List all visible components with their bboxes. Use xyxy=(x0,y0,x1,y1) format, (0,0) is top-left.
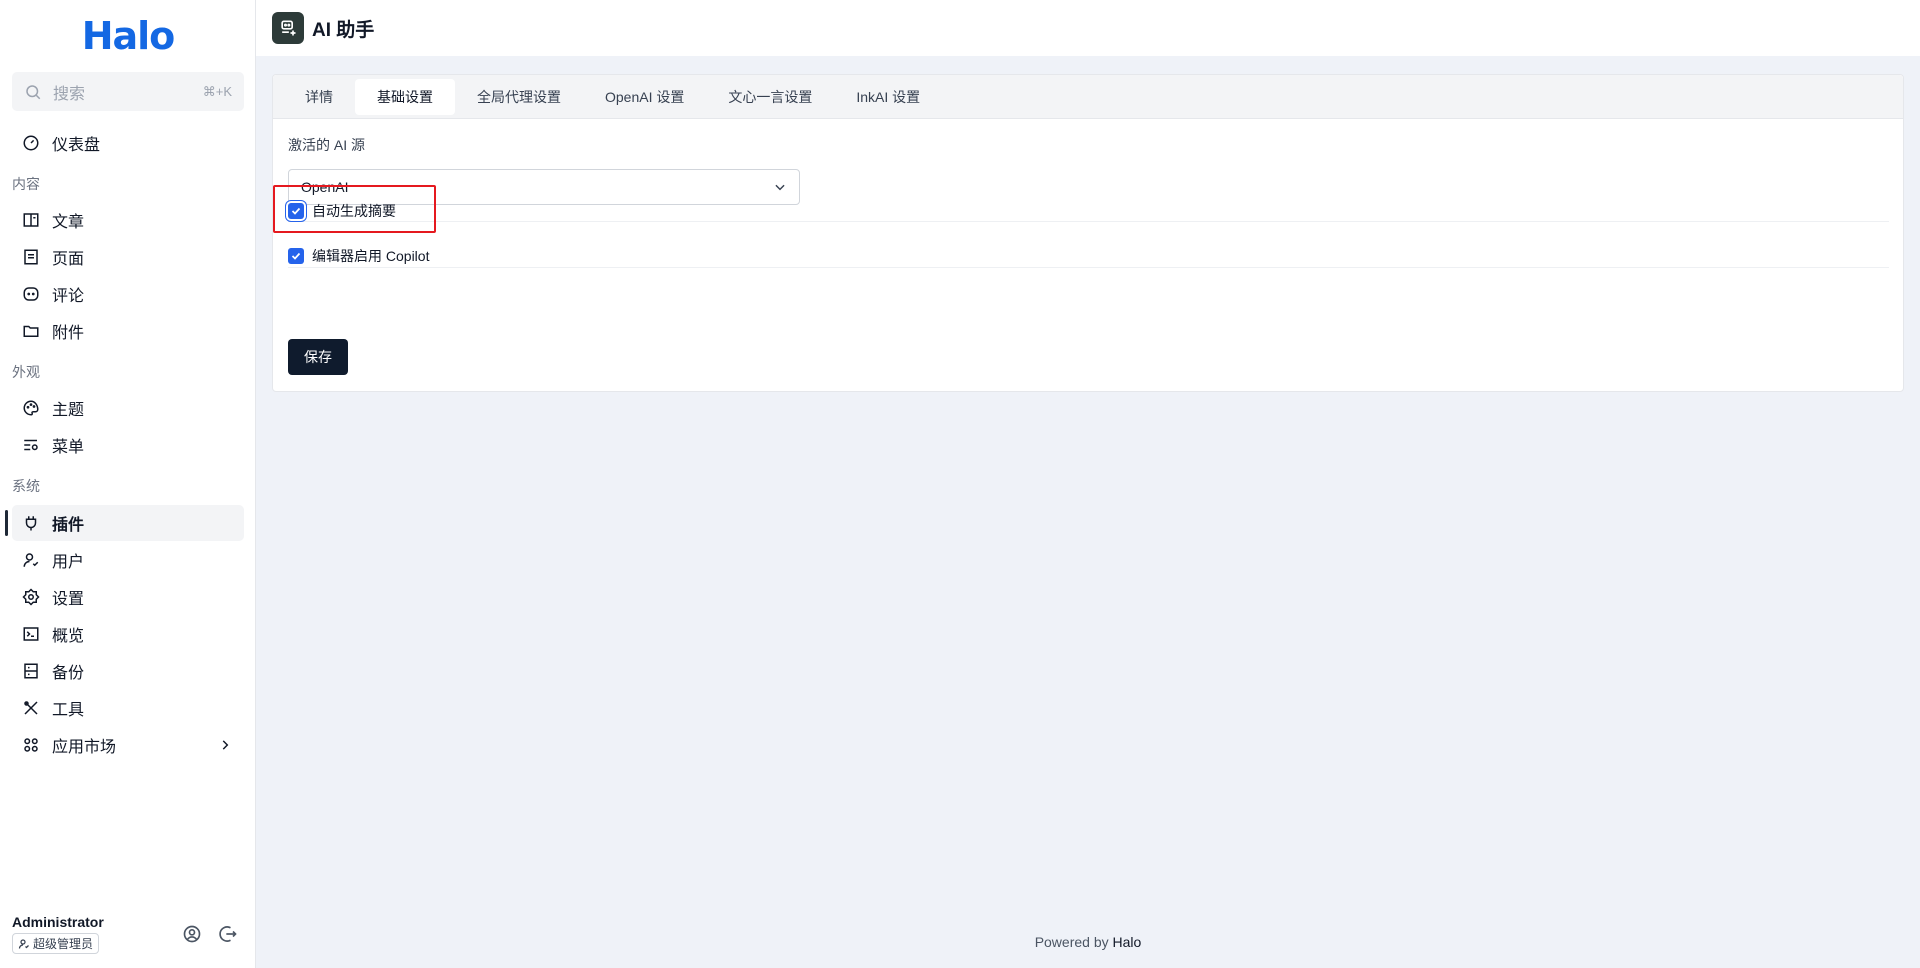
nav-group-system: 系统 xyxy=(12,478,40,494)
settings-tabs: 详情 基础设置 全局代理设置 OpenAI 设置 文心一言设置 InkAI 设置 xyxy=(273,75,1903,119)
sidebar-item-label: 概览 xyxy=(52,628,85,645)
profile-button[interactable] xyxy=(182,924,202,944)
sidebar-item-attachments[interactable]: 附件 xyxy=(12,313,244,349)
folder-icon xyxy=(23,325,39,337)
sidebar-item-label: 菜单 xyxy=(52,439,85,456)
footer-prefix: Powered by xyxy=(1034,934,1113,950)
logout-icon xyxy=(219,926,237,942)
sidebar-item-label: 页面 xyxy=(52,251,85,268)
search-input[interactable]: 搜索 ⌘+K xyxy=(12,72,244,111)
tab-openai[interactable]: OpenAI 设置 xyxy=(583,79,706,115)
nav-group-content: 内容 xyxy=(12,176,40,192)
sidebar-item-label: 用户 xyxy=(52,554,85,571)
sidebar-item-posts[interactable]: 文章 xyxy=(12,202,244,238)
sidebar-item-label: 仪表盘 xyxy=(52,137,101,154)
divider xyxy=(288,221,1889,222)
user-name: Administrator xyxy=(12,914,104,930)
sidebar-item-label: 文章 xyxy=(52,214,85,231)
auto-summary-label: 自动生成摘要 xyxy=(312,203,396,219)
terminal-icon xyxy=(23,627,39,641)
page-icon xyxy=(24,249,38,265)
user-circle-icon xyxy=(183,925,201,943)
footer-brand[interactable]: Halo xyxy=(1113,934,1142,950)
sidebar-item-backup[interactable]: 备份 xyxy=(12,653,244,689)
search-icon xyxy=(26,84,41,99)
menu-settings-icon xyxy=(24,439,38,451)
role-label: 超级管理员 xyxy=(33,937,94,951)
sidebar-item-label: 插件 xyxy=(52,517,85,534)
sidebar-item-label: 工具 xyxy=(52,702,85,719)
user-icon xyxy=(18,938,29,949)
chevron-right-icon xyxy=(222,740,229,750)
copilot-label: 编辑器启用 Copilot xyxy=(312,248,430,264)
ai-assistant-icon xyxy=(272,12,304,44)
ai-source-value: OpenAI xyxy=(301,179,349,195)
sidebar: Halo 搜索 ⌘+K 仪表盘 内容 文章 页面 评论 附件 外观 主题 菜单 … xyxy=(0,0,256,968)
halo-logo[interactable]: Halo xyxy=(0,14,256,58)
role-badge: 超级管理员 xyxy=(12,933,100,954)
sidebar-item-tools[interactable]: 工具 xyxy=(12,690,244,726)
search-placeholder: 搜索 xyxy=(53,85,86,103)
sidebar-item-comments[interactable]: 评论 xyxy=(12,276,244,312)
footer: Powered by Halo xyxy=(256,934,1920,950)
sidebar-item-label: 备份 xyxy=(52,665,85,682)
sidebar-item-label: 设置 xyxy=(52,591,85,608)
sidebar-item-dashboard[interactable]: 仪表盘 xyxy=(12,125,244,161)
tab-inkai[interactable]: InkAI 设置 xyxy=(834,79,942,115)
logout-button[interactable] xyxy=(218,924,238,944)
auto-summary-checkbox[interactable]: 自动生成摘要 xyxy=(288,201,396,221)
checkbox-box[interactable] xyxy=(288,248,304,264)
sidebar-item-plugins[interactable]: 插件 xyxy=(12,505,244,541)
page-title: AI 助手 xyxy=(312,19,375,41)
save-button[interactable]: 保存 xyxy=(288,339,348,375)
sidebar-item-overview[interactable]: 概览 xyxy=(12,616,244,652)
tools-icon xyxy=(24,701,38,715)
sidebar-item-app-market[interactable]: 应用市场 xyxy=(12,727,244,763)
page-header: AI 助手 xyxy=(256,0,1920,56)
checkbox-box[interactable] xyxy=(288,203,304,219)
sidebar-item-users[interactable]: 用户 xyxy=(12,542,244,578)
search-shortcut: ⌘+K xyxy=(202,83,232,99)
ai-source-select[interactable]: OpenAI xyxy=(288,169,800,205)
check-icon xyxy=(291,252,301,260)
sidebar-item-label: 评论 xyxy=(52,288,85,305)
sidebar-item-themes[interactable]: 主题 xyxy=(12,390,244,426)
tab-basic-settings[interactable]: 基础设置 xyxy=(355,78,455,115)
sidebar-item-settings[interactable]: 设置 xyxy=(12,579,244,615)
comment-icon xyxy=(23,287,39,301)
palette-icon xyxy=(23,400,39,416)
user-profile: Administrator 超级管理员 xyxy=(12,914,104,955)
divider xyxy=(288,267,1889,268)
chevron-down-icon xyxy=(775,184,785,191)
active-indicator xyxy=(5,510,8,536)
sidebar-item-pages[interactable]: 页面 xyxy=(12,239,244,275)
sidebar-item-label: 主题 xyxy=(52,402,85,419)
sidebar-item-menus[interactable]: 菜单 xyxy=(12,427,244,463)
nav-group-appearance: 外观 xyxy=(12,364,40,380)
backup-icon xyxy=(24,663,38,679)
gear-icon xyxy=(22,588,40,606)
plug-icon xyxy=(25,516,37,531)
tab-details[interactable]: 详情 xyxy=(283,79,355,115)
user-icon xyxy=(23,553,39,567)
dashboard-icon xyxy=(23,135,39,151)
tab-wenxin[interactable]: 文心一言设置 xyxy=(706,79,834,115)
sidebar-item-label: 应用市场 xyxy=(52,739,117,756)
book-icon xyxy=(23,213,39,227)
tab-global-proxy[interactable]: 全局代理设置 xyxy=(455,79,583,115)
apps-grid-icon xyxy=(24,738,38,752)
settings-card: 详情 基础设置 全局代理设置 OpenAI 设置 文心一言设置 InkAI 设置… xyxy=(272,74,1904,392)
sidebar-item-label: 附件 xyxy=(52,325,85,342)
ai-source-label: 激活的 AI 源 xyxy=(288,137,366,153)
copilot-checkbox[interactable]: 编辑器启用 Copilot xyxy=(288,246,429,266)
check-icon xyxy=(291,207,301,215)
